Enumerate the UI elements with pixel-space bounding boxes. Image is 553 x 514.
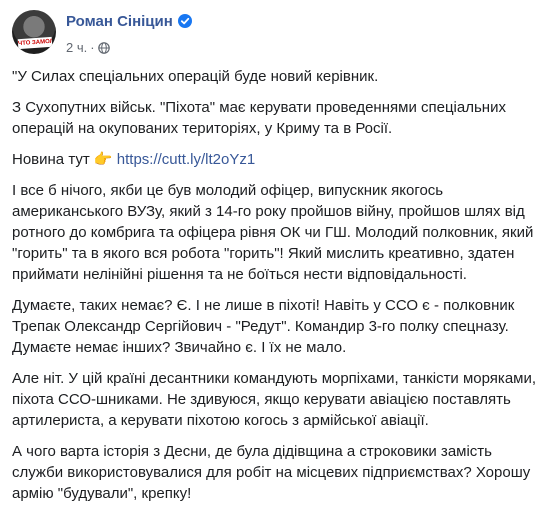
post-paragraph: "У Силах спеціальних операцій буде новий… — [12, 68, 379, 85]
author-line: Роман Сініцин — [66, 13, 192, 33]
post-paragraph: І все б нічого, якби це був молодий офіц… — [12, 182, 534, 283]
post-paragraph: Але ніт. У цій країні десантники команду… — [12, 370, 537, 429]
avatar-caption: ЧТО ЗАМОЛЧАЛИ — [17, 36, 53, 50]
post-paragraph-link: Новина тут 👉 https://cutt.ly/lt2oYz1 — [12, 149, 542, 170]
meta-separator: · — [90, 40, 95, 55]
post-paragraph: Думаєте, таких немає? Є. І не лише в піх… — [12, 297, 515, 356]
author-name-link[interactable]: Роман Сініцин — [66, 13, 173, 30]
post-timestamp-link[interactable]: 2 ч. — [66, 40, 87, 55]
post-paragraph: А чого варта історія з Десни, де була ді… — [12, 443, 531, 502]
post-body: "У Силах спеціальних операцій буде новий… — [12, 66, 542, 514]
globe-icon[interactable] — [97, 42, 110, 57]
link-intro-text: Новина тут — [12, 151, 94, 168]
pointing-right-hand-emoji: 👉 — [93, 151, 113, 168]
author-avatar[interactable]: ЧТО ЗАМОЛЧАЛИ — [12, 10, 56, 54]
post-header: ЧТО ЗАМОЛЧАЛИ Роман Сініцин 2 ч. · — [12, 8, 542, 58]
post-meta: 2 ч. · — [66, 40, 110, 57]
verified-badge-icon — [177, 14, 192, 33]
post-paragraph: З Сухопутних військ. "Піхота" має керува… — [12, 99, 506, 137]
news-link[interactable]: https://cutt.ly/lt2oYz1 — [117, 151, 255, 168]
